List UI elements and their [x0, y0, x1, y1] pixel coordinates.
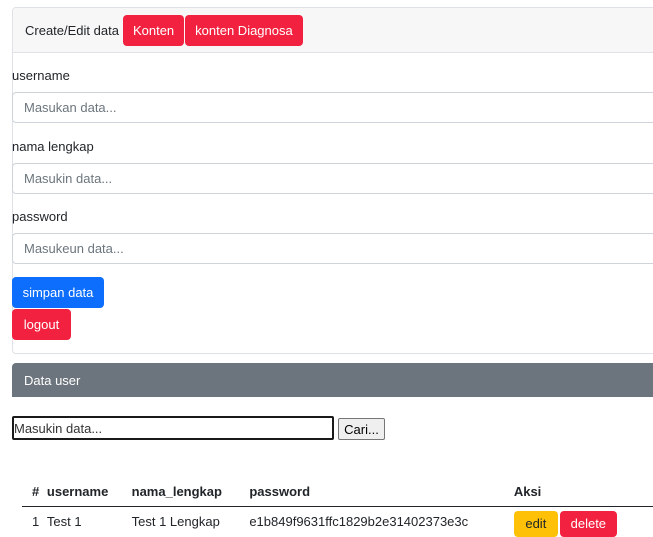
table-row: 1 Test 1 Test 1 Lengkap e1b849f9631ffc18…: [22, 506, 653, 537]
search-button[interactable]: Cari...: [338, 418, 385, 440]
column-header-username: username: [46, 478, 132, 507]
table-header-row: # username nama_lengkap password Aksi: [22, 478, 653, 507]
form-card-header: Create/Edit data Konten konten Diagnosa: [13, 8, 653, 53]
cell-password: e1b849f9631ffc1829b2e31402373e3c: [249, 514, 469, 529]
column-header-nama-lengkap: nama_lengkap: [131, 478, 250, 507]
column-header-password: password: [249, 478, 514, 507]
edit-button[interactable]: edit: [513, 510, 558, 537]
password-label: password: [12, 209, 68, 224]
delete-button[interactable]: delete: [559, 510, 617, 537]
data-card-header: Data user: [12, 363, 653, 397]
cell-actions: edit delete: [513, 506, 653, 537]
konten-diagnosa-button[interactable]: konten Diagnosa: [185, 14, 303, 46]
save-button[interactable]: simpan data: [12, 277, 104, 308]
password-input[interactable]: [12, 233, 653, 264]
konten-button[interactable]: Konten: [122, 14, 185, 46]
user-table: # username nama_lengkap password Aksi 1 …: [22, 478, 653, 537]
search-input[interactable]: [12, 416, 334, 440]
cell-number: 1: [32, 514, 40, 529]
nama-lengkap-input[interactable]: [12, 163, 653, 194]
cell-username: Test 1: [46, 514, 82, 529]
column-header-number: #: [22, 478, 47, 507]
logout-button[interactable]: logout: [12, 309, 71, 340]
form-title: Create/Edit data: [25, 22, 119, 38]
cell-nama-lengkap: Test 1 Lengkap: [131, 514, 220, 529]
column-header-aksi: Aksi: [513, 478, 653, 507]
data-card-title: Data user: [24, 372, 81, 388]
nama-lengkap-label: nama lengkap: [12, 139, 94, 154]
username-input[interactable]: [12, 92, 653, 123]
username-label: username: [12, 68, 70, 83]
